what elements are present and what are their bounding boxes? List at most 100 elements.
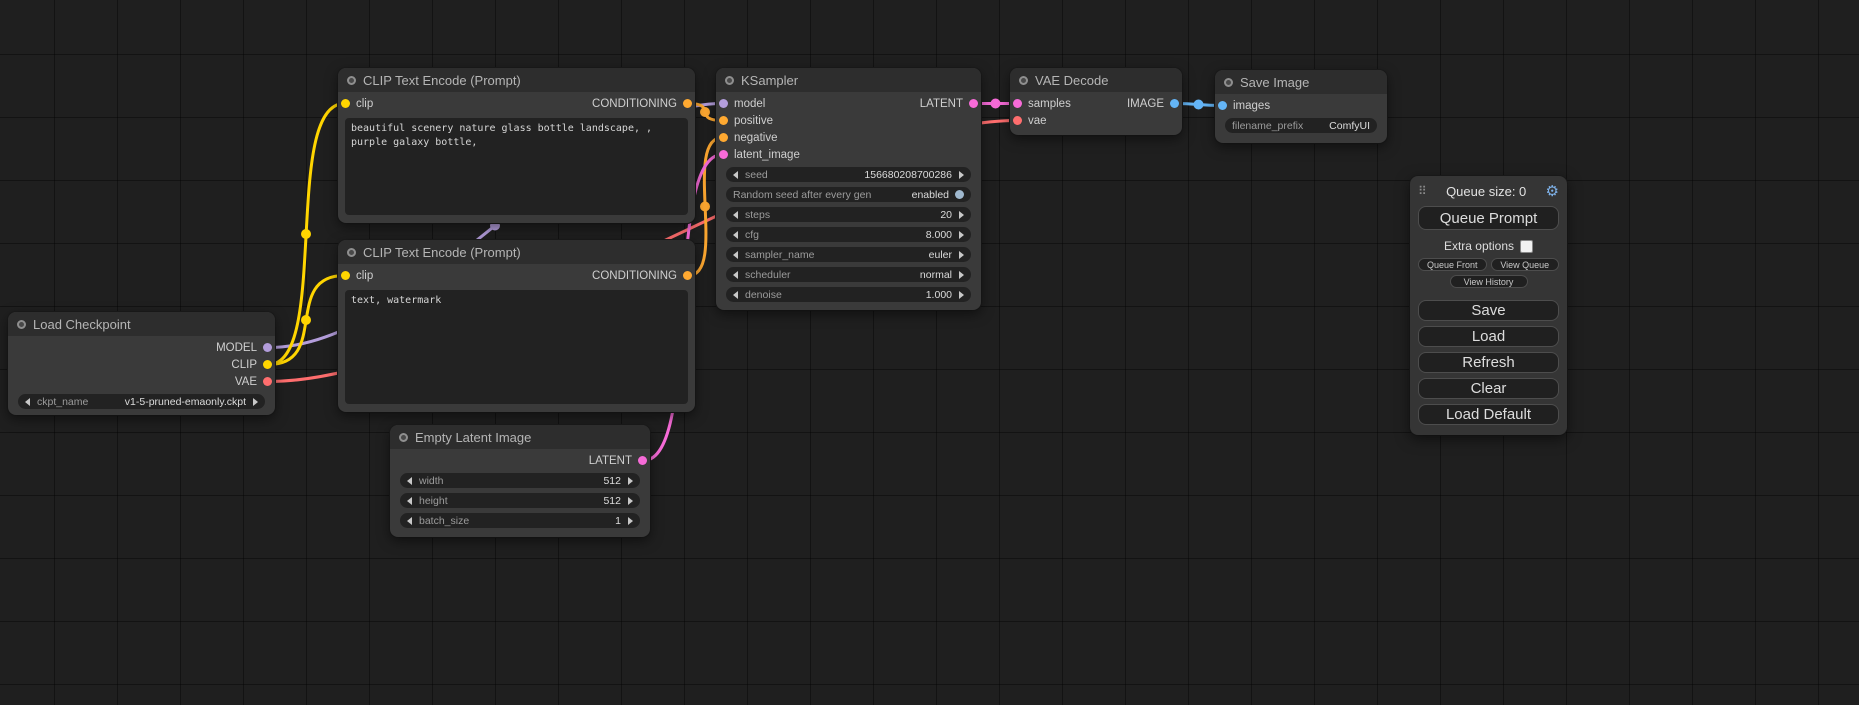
image-slot-dot-icon[interactable] [1218,101,1227,110]
widget-filename-prefix[interactable]: filename_prefix ComfyUI [1225,118,1377,133]
decrement-arrow-icon[interactable] [733,171,738,179]
node-clip-text-encode-negative[interactable]: CLIP Text Encode (Prompt) clip CONDITION… [338,240,695,412]
input-slot-latent-image[interactable]: latent_image [719,149,800,161]
conditioning-slot-dot-icon[interactable] [719,133,728,142]
output-slot-conditioning[interactable]: CONDITIONING [592,270,692,282]
node-empty-latent-image[interactable]: Empty Latent Image LATENT width 512 heig… [390,425,650,537]
model-slot-dot-icon[interactable] [263,343,272,352]
decrement-arrow-icon[interactable] [733,231,738,239]
image-slot-dot-icon[interactable] [1170,99,1179,108]
increment-arrow-icon[interactable] [959,251,964,259]
node-graph-canvas[interactable]: { "icons": { "drag_handle": "⠿", "settin… [0,0,1859,705]
model-slot-dot-icon[interactable] [719,99,728,108]
node-title-bar[interactable]: Load Checkpoint [8,312,275,336]
output-slot-latent[interactable]: LATENT [920,98,978,110]
output-slot-model[interactable]: MODEL [216,342,272,354]
increment-arrow-icon[interactable] [253,398,258,406]
clip-slot-dot-icon[interactable] [341,99,350,108]
extra-options-checkbox[interactable] [1520,240,1533,253]
widget-seed[interactable]: seed 156680208700286 [726,167,971,182]
node-title-bar[interactable]: Save Image [1215,70,1387,94]
collapse-toggle-icon[interactable] [725,76,734,85]
widget-width[interactable]: width 512 [400,473,640,488]
latent-slot-dot-icon[interactable] [638,456,647,465]
settings-gear-icon[interactable]: ⚙ [1546,184,1559,199]
view-queue-button[interactable]: View Queue [1491,258,1560,271]
input-slot-images[interactable]: images [1218,100,1270,112]
node-save-image[interactable]: Save Image images filename_prefix ComfyU… [1215,70,1387,143]
latent-slot-dot-icon[interactable] [1013,99,1022,108]
decrement-arrow-icon[interactable] [733,211,738,219]
conditioning-slot-dot-icon[interactable] [719,116,728,125]
input-slot-vae[interactable]: vae [1013,115,1047,127]
input-slot-samples[interactable]: samples [1013,98,1071,110]
node-title-bar[interactable]: Empty Latent Image [390,425,650,449]
save-button[interactable]: Save [1418,300,1559,321]
output-slot-latent[interactable]: LATENT [589,455,647,467]
widget-sampler-name[interactable]: sampler_name euler [726,247,971,262]
conditioning-slot-dot-icon[interactable] [683,99,692,108]
node-title-bar[interactable]: KSampler [716,68,981,92]
vae-slot-dot-icon[interactable] [263,377,272,386]
input-slot-negative[interactable]: negative [719,132,777,144]
node-title-bar[interactable]: VAE Decode [1010,68,1182,92]
decrement-arrow-icon[interactable] [25,398,30,406]
load-default-button[interactable]: Load Default [1418,404,1559,425]
collapse-toggle-icon[interactable] [347,248,356,257]
view-history-button[interactable]: View History [1450,275,1528,288]
widget-cfg[interactable]: cfg 8.000 [726,227,971,242]
collapse-toggle-icon[interactable] [347,76,356,85]
refresh-button[interactable]: Refresh [1418,352,1559,373]
widget-denoise[interactable]: denoise 1.000 [726,287,971,302]
clip-slot-dot-icon[interactable] [341,271,350,280]
increment-arrow-icon[interactable] [628,497,633,505]
input-slot-model[interactable]: model [719,98,765,110]
collapse-toggle-icon[interactable] [399,433,408,442]
prompt-text-area[interactable]: text, watermark [345,290,688,404]
latent-slot-dot-icon[interactable] [719,150,728,159]
widget-batch-size[interactable]: batch_size 1 [400,513,640,528]
vae-slot-dot-icon[interactable] [1013,116,1022,125]
increment-arrow-icon[interactable] [959,291,964,299]
queue-front-button[interactable]: Queue Front [1418,258,1487,271]
node-vae-decode[interactable]: VAE Decode samples IMAGE vae [1010,68,1182,135]
load-button[interactable]: Load [1418,326,1559,347]
increment-arrow-icon[interactable] [628,517,633,525]
decrement-arrow-icon[interactable] [407,517,412,525]
input-slot-clip[interactable]: clip [341,98,373,110]
increment-arrow-icon[interactable] [959,211,964,219]
toggle-dot-icon[interactable] [955,190,964,199]
collapse-toggle-icon[interactable] [1019,76,1028,85]
increment-arrow-icon[interactable] [959,231,964,239]
decrement-arrow-icon[interactable] [733,271,738,279]
clear-button[interactable]: Clear [1418,378,1559,399]
node-load-checkpoint[interactable]: Load Checkpoint MODEL CLIP VAE ckpt_name [8,312,275,415]
decrement-arrow-icon[interactable] [733,251,738,259]
drag-handle-icon[interactable]: ⠿ [1418,185,1427,197]
input-slot-positive[interactable]: positive [719,115,773,127]
conditioning-slot-dot-icon[interactable] [683,271,692,280]
prompt-text-area[interactable]: beautiful scenery nature glass bottle la… [345,118,688,215]
output-slot-image[interactable]: IMAGE [1127,98,1179,110]
decrement-arrow-icon[interactable] [407,477,412,485]
widget-steps[interactable]: steps 20 [726,207,971,222]
increment-arrow-icon[interactable] [959,171,964,179]
queue-prompt-button[interactable]: Queue Prompt [1418,206,1559,230]
decrement-arrow-icon[interactable] [407,497,412,505]
increment-arrow-icon[interactable] [628,477,633,485]
node-ksampler[interactable]: KSampler model LATENT positive negative [716,68,981,310]
output-slot-conditioning[interactable]: CONDITIONING [592,98,692,110]
output-slot-clip[interactable]: CLIP [231,359,272,371]
collapse-toggle-icon[interactable] [1224,78,1233,87]
node-clip-text-encode-positive[interactable]: CLIP Text Encode (Prompt) clip CONDITION… [338,68,695,223]
latent-slot-dot-icon[interactable] [969,99,978,108]
increment-arrow-icon[interactable] [959,271,964,279]
widget-ckpt-name[interactable]: ckpt_name v1-5-pruned-emaonly.ckpt [18,394,265,409]
node-title-bar[interactable]: CLIP Text Encode (Prompt) [338,68,695,92]
clip-slot-dot-icon[interactable] [263,360,272,369]
menu-header[interactable]: ⠿ Queue size: 0 ⚙ [1418,182,1559,200]
widget-random-seed-toggle[interactable]: Random seed after every gen enabled [726,187,971,202]
output-slot-vae[interactable]: VAE [235,376,272,388]
decrement-arrow-icon[interactable] [733,291,738,299]
input-slot-clip[interactable]: clip [341,270,373,282]
